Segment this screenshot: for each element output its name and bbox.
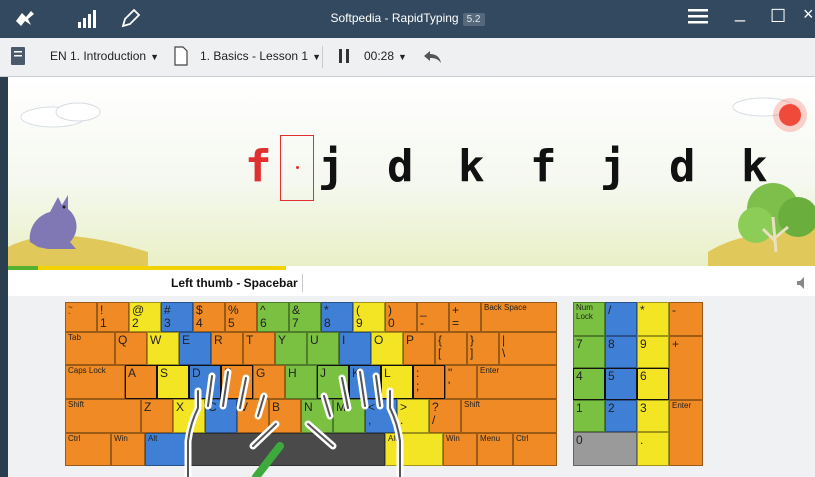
timer-dropdown[interactable]: 00:28 ▼ (364, 49, 407, 63)
keyboard-area: ~ ` ! 1 @2 #3 $4 % 5 ^ 6 & 7 * 8 (9 ) 0 _ - + = B… (8, 296, 815, 477)
course-dropdown[interactable]: EN 1. Introduction ▼ (50, 49, 159, 63)
pause-icon[interactable] (338, 48, 350, 67)
rapidtyping-window: { "window": { "title": "Softpedia - Rapi… (0, 0, 815, 477)
title-bar: Softpedia - RapidTyping 5.2 _ ☐ × (0, 0, 815, 38)
lesson-toolbar: EN 1. Introduction ▼ 1. Basics - Lesson 1… (0, 38, 815, 77)
lesson-char: k (741, 141, 768, 192)
speaker-icon[interactable] (795, 275, 811, 296)
timer-label: 00:28 (364, 49, 395, 63)
undo-icon[interactable] (422, 50, 442, 67)
hint-bar: Left thumb - Spacebar (8, 270, 815, 297)
hint-divider (302, 274, 303, 292)
chevron-down-icon: ▼ (312, 52, 321, 62)
lesson-char: k (458, 141, 485, 192)
lesson-char: d (387, 141, 414, 192)
hands-overlay (184, 368, 404, 477)
current-char-cursor (280, 135, 314, 201)
lesson-dropdown[interactable]: 1. Basics - Lesson 1 ▼ (200, 49, 321, 63)
minimize-button[interactable]: _ (735, 2, 745, 23)
lesson-char-typed: f (245, 141, 272, 192)
lesson-page-icon (174, 46, 188, 69)
space-dot-icon (296, 166, 299, 169)
close-button[interactable]: × (803, 4, 814, 25)
toolbar-divider (322, 46, 323, 68)
window-title-text: Softpedia - RapidTyping (330, 11, 459, 25)
lesson-char: d (669, 141, 696, 192)
lesson-label: 1. Basics - Lesson 1 (200, 49, 309, 63)
kangaroo-icon (29, 195, 77, 249)
menu-icon[interactable] (688, 8, 708, 29)
lesson-char: j (600, 141, 627, 192)
chevron-down-icon: ▼ (398, 52, 407, 62)
maximize-button[interactable]: ☐ (770, 6, 786, 27)
chevron-down-icon: ▼ (150, 52, 159, 62)
lesson-scene: f j d k f j d k (8, 77, 815, 266)
active-thumb-indicator (252, 442, 284, 477)
lesson-char: f (530, 141, 557, 192)
finger-hint: Left thumb - Spacebar (171, 276, 298, 290)
course-label: EN 1. Introduction (50, 49, 147, 63)
version-badge: 5.2 (462, 13, 485, 26)
lesson-char: j (318, 141, 345, 192)
course-book-icon[interactable] (10, 46, 26, 69)
